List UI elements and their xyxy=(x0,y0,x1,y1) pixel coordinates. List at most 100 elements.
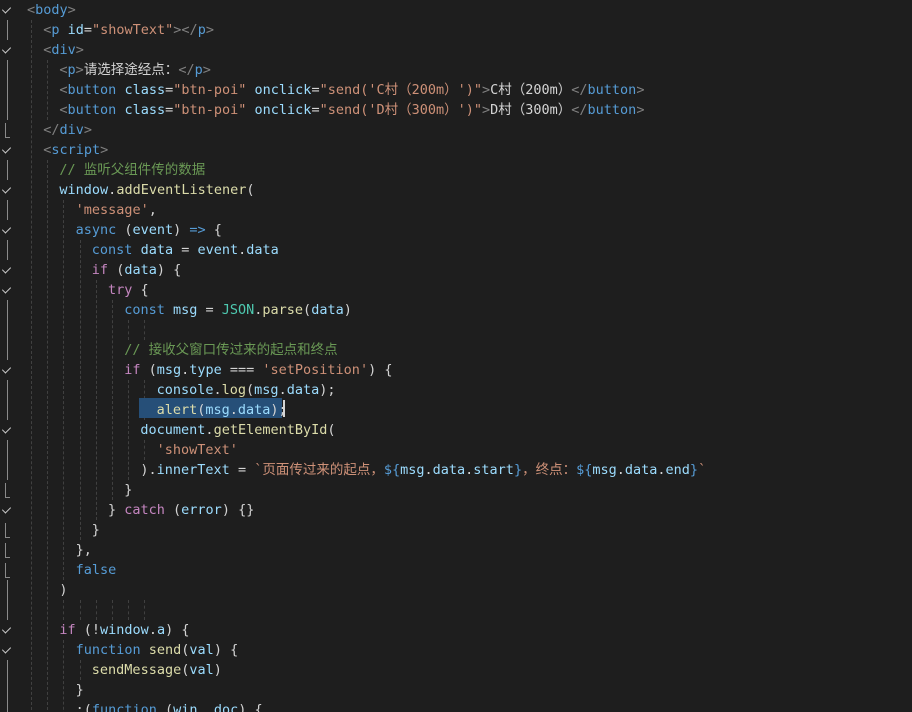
fold-toggle-icon[interactable] xyxy=(1,283,13,297)
code-line[interactable]: const data = event.data xyxy=(92,240,279,260)
code-line[interactable]: } xyxy=(92,520,100,540)
indent-guide xyxy=(31,20,32,712)
code-token: = xyxy=(311,102,320,118)
indent-guide xyxy=(144,320,146,340)
code-token: ${ xyxy=(576,462,593,478)
indent-guide xyxy=(112,600,113,620)
code-token: error xyxy=(181,502,222,518)
code-token: async xyxy=(75,222,117,238)
code-token: > xyxy=(75,42,84,58)
code-line[interactable]: function send(val) { xyxy=(76,640,239,660)
fold-toggle-icon[interactable] xyxy=(1,143,13,157)
fold-toggle-icon[interactable] xyxy=(1,43,13,57)
code-line[interactable]: // 接收父窗口传过来的起点和终点 xyxy=(124,340,337,360)
code-token: </ xyxy=(571,102,588,118)
code-token: . xyxy=(205,422,214,438)
fold-range-marker xyxy=(1,700,13,712)
code-line[interactable]: sendMessage(val) xyxy=(92,660,222,680)
code-line[interactable]: // 监听父组件传的数据 xyxy=(59,160,205,180)
code-token: `页面传过来的起点， xyxy=(254,462,384,478)
code-token: ) { xyxy=(165,622,190,638)
code-token: a xyxy=(156,622,166,638)
indent-guide xyxy=(128,380,130,480)
code-token: { xyxy=(205,222,222,238)
fold-gutter[interactable] xyxy=(0,0,18,712)
code-token: onclick xyxy=(254,102,312,118)
code-line[interactable]: if (!window.a) { xyxy=(59,620,189,640)
code-line[interactable]: 'message', xyxy=(76,200,157,220)
fold-toggle-icon[interactable] xyxy=(1,363,13,377)
code-line[interactable]: <body> xyxy=(27,0,76,20)
code-token: D村（300m） xyxy=(490,102,572,118)
fold-range-marker xyxy=(1,100,13,120)
code-token: < xyxy=(59,102,68,118)
code-line[interactable]: } xyxy=(124,480,132,500)
fold-toggle-icon[interactable] xyxy=(1,643,13,657)
fold-toggle-icon[interactable] xyxy=(1,183,13,197)
code-line[interactable]: ;(function (win, doc) { xyxy=(76,700,263,712)
fold-toggle-icon[interactable] xyxy=(1,503,13,517)
code-token: try xyxy=(108,282,133,298)
code-line[interactable]: async (event) => { xyxy=(76,220,222,240)
code-token: . xyxy=(278,382,287,398)
fold-range-marker xyxy=(1,580,13,600)
code-token: < xyxy=(59,62,68,78)
fold-range-marker xyxy=(1,543,13,558)
code-line[interactable]: <p id="showText"></p> xyxy=(43,20,214,40)
code-token: data xyxy=(246,242,279,258)
code-line[interactable]: if (msg.type === 'setPosition') { xyxy=(124,360,392,380)
code-line[interactable]: } xyxy=(76,680,84,700)
code-token: . xyxy=(424,462,433,478)
indent-guide xyxy=(63,640,65,712)
code-line[interactable]: console.log(msg.data); xyxy=(157,380,336,400)
indent-guide xyxy=(79,600,81,620)
code-token: </ xyxy=(178,62,195,78)
fold-toggle-icon[interactable] xyxy=(1,3,13,17)
code-line[interactable]: window.addEventListener( xyxy=(59,180,254,200)
code-token: === xyxy=(221,362,263,378)
code-line[interactable]: <div> xyxy=(43,40,84,60)
code-token: 'showText' xyxy=(156,442,238,458)
fold-toggle-icon[interactable] xyxy=(1,223,13,237)
code-line[interactable]: if (data) { xyxy=(92,260,181,280)
code-token: ( xyxy=(108,262,125,278)
fold-range-marker xyxy=(1,600,13,620)
code-token: ) { xyxy=(368,362,393,378)
fold-toggle-icon[interactable] xyxy=(1,263,13,277)
fold-toggle-icon[interactable] xyxy=(1,623,13,637)
code-line[interactable]: } catch (error) {} xyxy=(108,500,254,520)
code-line[interactable]: </div> xyxy=(43,120,92,140)
code-line[interactable]: <button class="btn-poi" onclick="send('C… xyxy=(59,80,644,100)
code-line[interactable]: ) xyxy=(59,580,67,600)
code-line[interactable]: <button class="btn-poi" onclick="send('D… xyxy=(59,100,644,120)
code-editor[interactable]: <body> <p id="showText"></p> <div> <p>请选择途经… xyxy=(0,0,912,712)
code-token: > xyxy=(67,2,76,18)
code-line[interactable]: alert(msg.data); xyxy=(157,400,287,420)
code-line[interactable]: <p>请选择途经点：</p> xyxy=(59,60,210,80)
code-line[interactable]: const msg = JSON.parse(data) xyxy=(124,300,352,320)
code-token: > xyxy=(202,62,211,78)
code-token: msg xyxy=(254,382,279,398)
code-line[interactable]: }, xyxy=(76,540,92,560)
code-line[interactable]: 'showText' xyxy=(157,440,238,460)
code-token: send xyxy=(148,642,182,658)
code-token: ) { xyxy=(156,262,182,278)
code-line[interactable]: ).innerText = `页面传过来的起点，${msg.data.start… xyxy=(140,460,706,480)
code-token: win xyxy=(173,702,198,712)
indent-guide xyxy=(128,600,130,620)
code-token: if xyxy=(124,362,141,378)
code-line[interactable]: <script> xyxy=(43,140,108,160)
fold-range-marker xyxy=(1,563,13,578)
code-line[interactable]: false xyxy=(76,560,117,580)
code-line[interactable]: try { xyxy=(108,280,149,300)
code-token: addEventListener xyxy=(116,182,247,198)
indent-guide xyxy=(79,660,81,680)
code-line[interactable]: document.getElementById( xyxy=(140,420,335,440)
code-token: "showText" xyxy=(92,22,174,38)
code-token: { xyxy=(132,282,149,298)
fold-range-marker xyxy=(1,523,13,538)
fold-toggle-icon[interactable] xyxy=(1,423,13,437)
code-token: button xyxy=(67,102,117,118)
